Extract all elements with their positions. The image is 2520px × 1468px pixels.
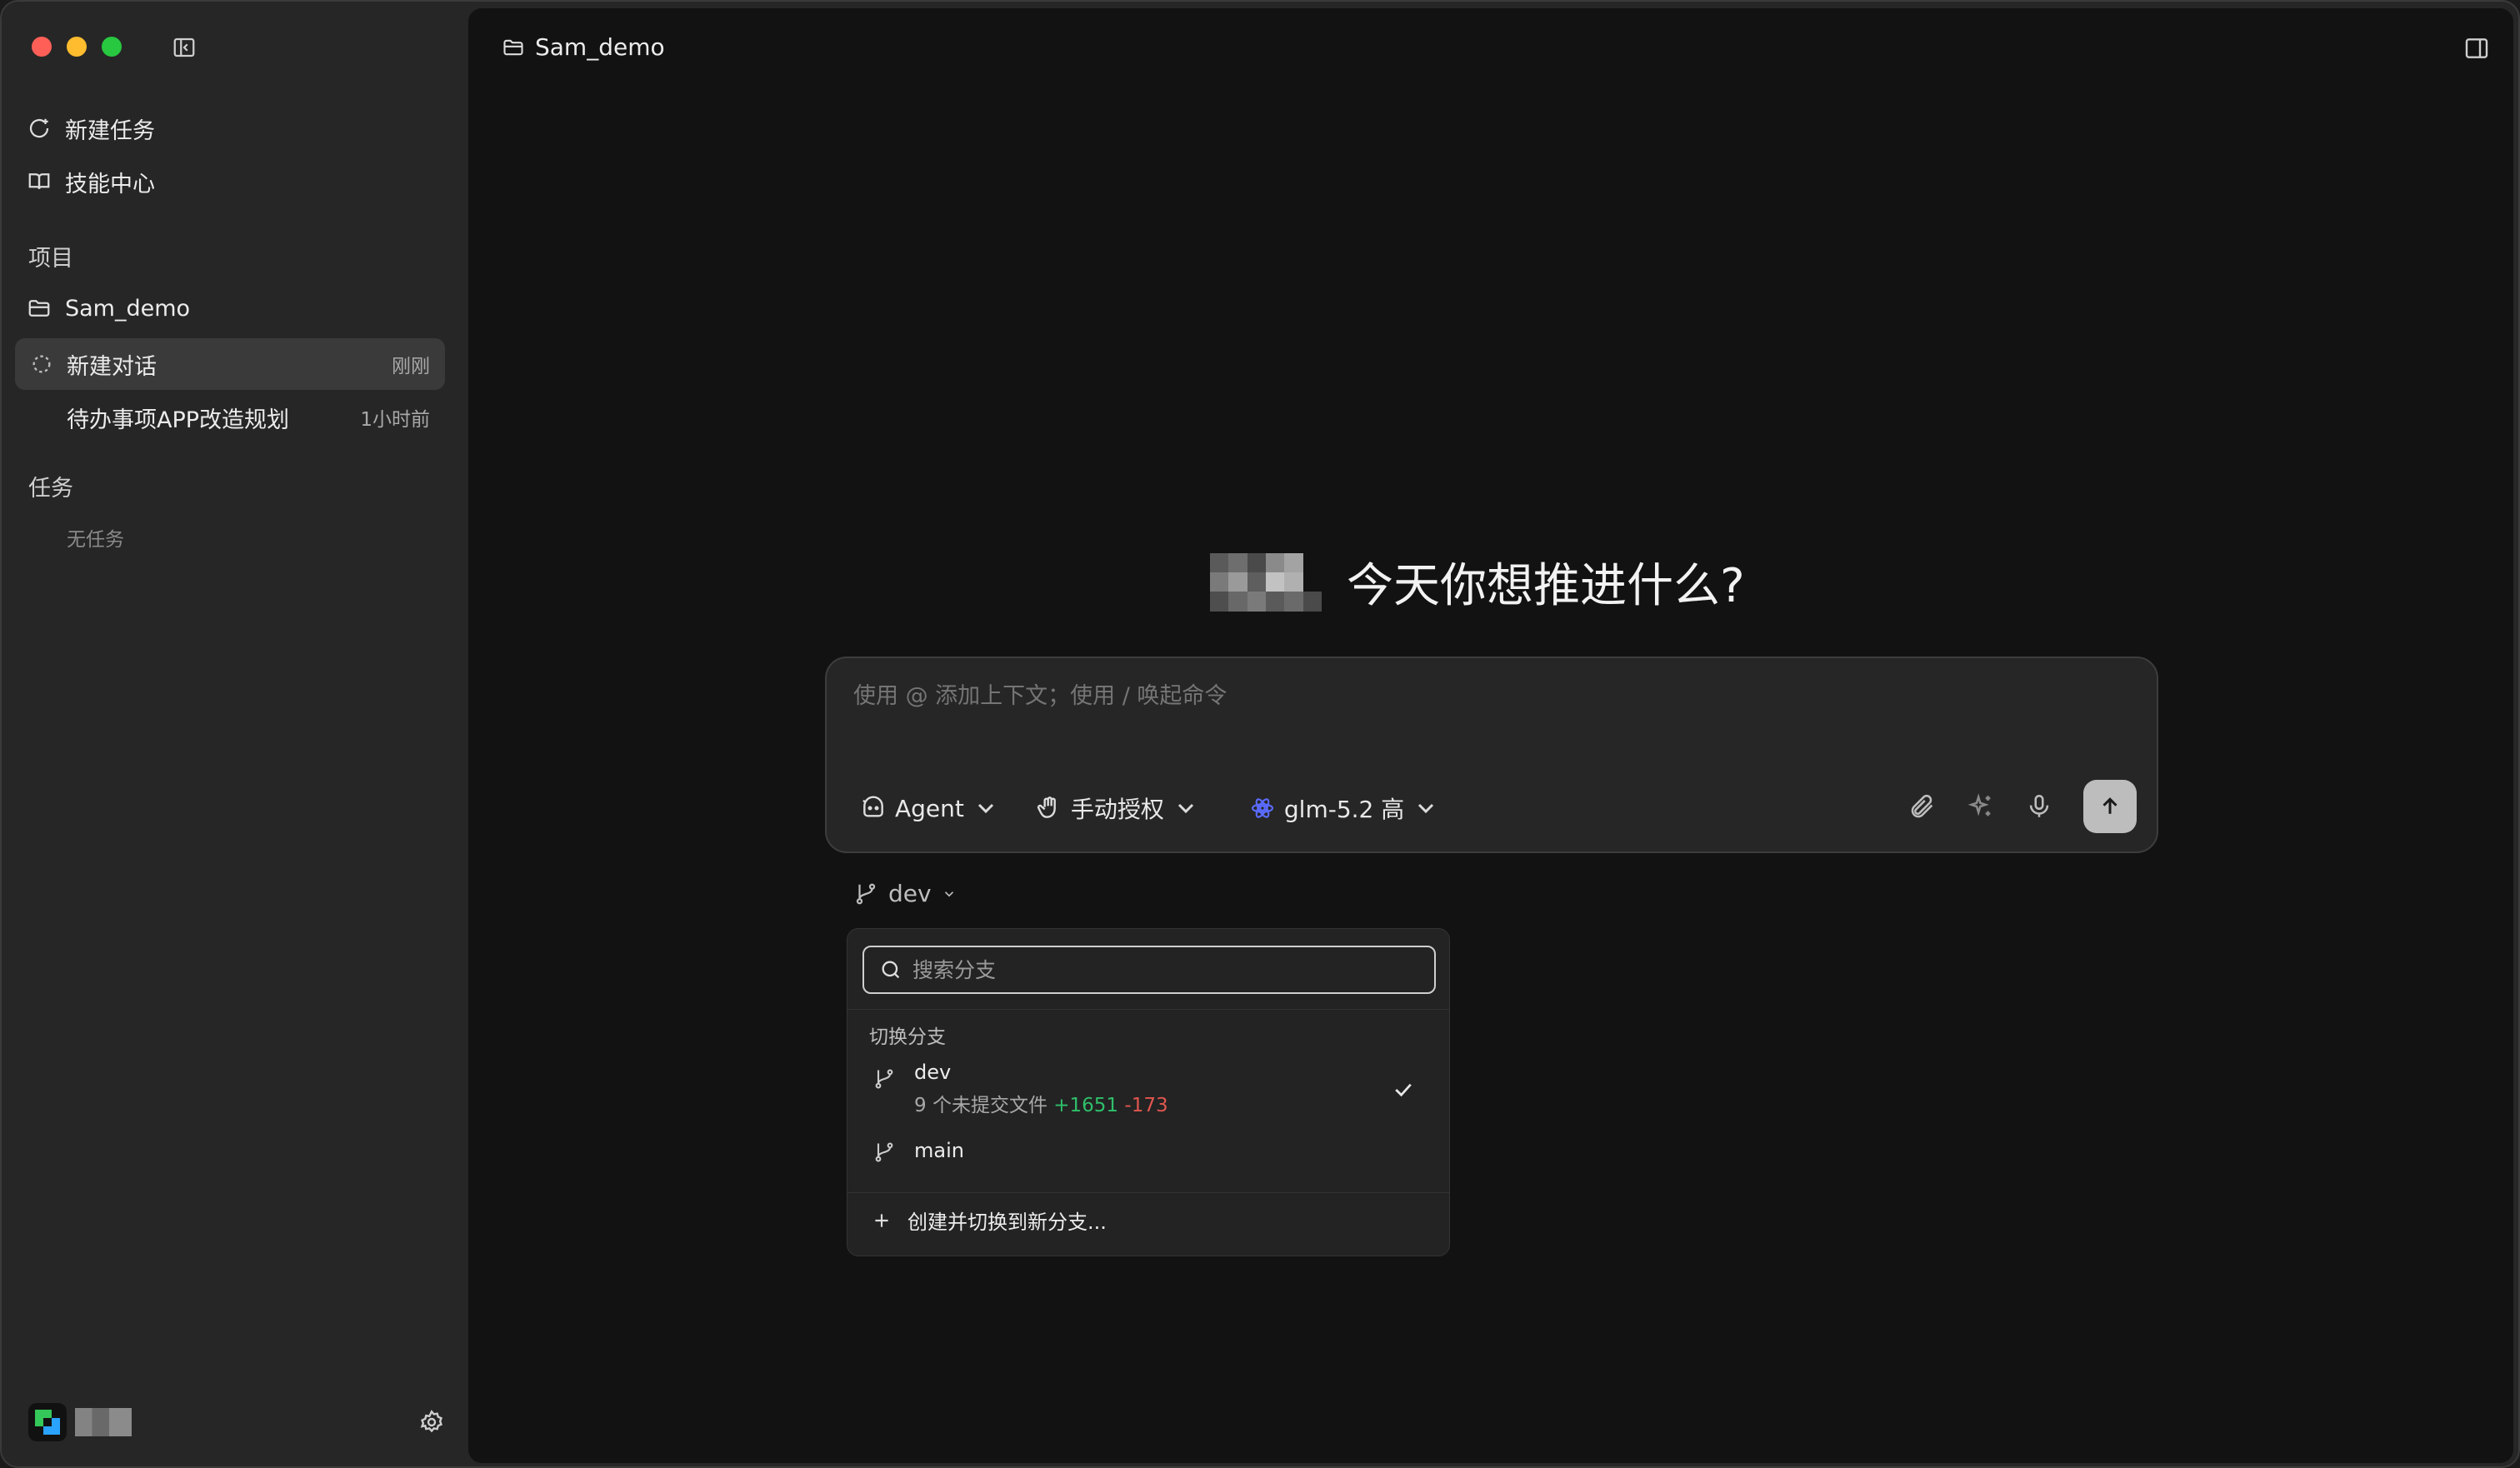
divider <box>848 1009 1449 1010</box>
chevron-down-icon <box>1178 803 1193 814</box>
chevron-down-icon <box>978 803 993 814</box>
chevron-down-icon <box>944 891 953 896</box>
model-selector[interactable]: glm-5.2 高 <box>1249 791 1439 825</box>
project-label: Sam_demo <box>65 295 191 322</box>
microphone-icon[interactable] <box>2025 792 2053 821</box>
greeting: 今天你想推进什么? <box>1210 548 1745 616</box>
paperclip-icon[interactable] <box>1908 792 1937 821</box>
tasks-section-title: 任务 <box>28 476 73 502</box>
model-label: glm-5.2 高 <box>1283 796 1405 823</box>
mode-selector[interactable]: Agent <box>860 795 999 822</box>
lines-removed: -173 <box>1124 1095 1168 1116</box>
lines-added: +1651 <box>1053 1095 1119 1116</box>
breadcrumb[interactable]: Sam_demo <box>502 33 665 61</box>
git-branch-icon <box>875 1069 893 1089</box>
app-logo-icon <box>28 1403 67 1441</box>
create-branch-label: 创建并切换到新分支... <box>908 1211 1107 1234</box>
branch-selector[interactable]: dev <box>853 880 957 907</box>
agent-icon <box>862 796 883 817</box>
conversation-title: 新建对话 <box>67 353 157 380</box>
chevron-down-icon <box>1418 803 1434 814</box>
hand-icon <box>1037 796 1056 818</box>
branch-search-input[interactable] <box>912 957 1412 982</box>
user-name-redacted <box>1210 552 1322 612</box>
user-bar <box>28 1401 445 1443</box>
search-icon <box>882 961 900 979</box>
composer-actions <box>1908 780 2137 833</box>
model-icon <box>1251 798 1273 818</box>
branch-name: main <box>914 1139 964 1162</box>
switch-branch-title: 切换分支 <box>869 1026 946 1048</box>
divider <box>848 1192 1449 1193</box>
composer-toolbar: Agent 手动授权 glm-5.2 高 <box>860 791 1439 825</box>
composer: Agent 手动授权 glm-5.2 高 <box>825 657 2158 853</box>
folder-icon <box>28 300 50 317</box>
user-name-redacted[interactable] <box>75 1408 132 1436</box>
nav-skills-center[interactable]: 技能中心 <box>27 160 155 203</box>
branch-name: dev <box>914 1061 952 1084</box>
conversation-time: 刚刚 <box>392 356 430 377</box>
send-button[interactable] <box>2083 780 2137 833</box>
create-branch-button[interactable]: 创建并切换到新分支... <box>871 1206 1107 1235</box>
conversation-item[interactable]: 待办事项APP改造规划 1小时前 <box>15 392 445 443</box>
checkmark-icon <box>1395 1083 1412 1097</box>
maximize-window-button[interactable] <box>102 37 122 57</box>
sparkle-icon[interactable] <box>1967 792 1995 821</box>
close-window-button[interactable] <box>32 37 52 57</box>
branch-dropdown: 切换分支 dev 9 个未提交文件 +1651 -173 <box>847 928 1450 1256</box>
plus-icon <box>875 1213 888 1227</box>
main-panel: Sam_demo 今天你想推进什么? Agent <box>468 8 2513 1463</box>
projects-section-title: 项目 <box>28 246 73 272</box>
conversation-time: 1小时前 <box>360 409 430 431</box>
project-item-sam-demo[interactable]: Sam_demo <box>27 287 190 330</box>
gear-icon[interactable] <box>418 1409 445 1436</box>
nav-new-task-label: 新建任务 <box>65 117 155 144</box>
nav-skills-center-label: 技能中心 <box>65 171 155 197</box>
app-window: 新建任务 技能中心 项目 Sam_demo 新建对话 刚刚 待办事项APP改造规… <box>0 0 2520 1468</box>
conversation-item-active[interactable]: 新建对话 刚刚 <box>15 338 445 390</box>
git-branch-icon <box>856 883 876 904</box>
branch-changes: 9 个未提交文件 +1651 -173 <box>914 1089 1168 1117</box>
right-panel-toggle-icon[interactable] <box>2463 35 2490 62</box>
minimize-window-button[interactable] <box>67 37 87 57</box>
sidebar-toggle-icon[interactable] <box>172 35 197 60</box>
folder-icon <box>503 39 523 55</box>
permission-selector[interactable]: 手动授权 <box>1036 791 1199 825</box>
nav-new-task[interactable]: 新建任务 <box>27 107 155 150</box>
loading-spinner-icon <box>32 355 51 373</box>
uncommitted-files: 9 个未提交文件 <box>914 1095 1048 1116</box>
mode-label: Agent <box>895 794 964 822</box>
branch-item-dev[interactable]: dev 9 个未提交文件 +1651 -173 <box>872 1061 1426 1117</box>
git-branch-icon <box>875 1142 893 1162</box>
tasks-empty-text: 无任务 <box>67 529 124 551</box>
conversation-title: 待办事项APP改造规划 <box>67 407 290 433</box>
branch-search <box>862 946 1436 994</box>
arrow-up-icon <box>2102 797 2118 814</box>
breadcrumb-project: Sam_demo <box>535 33 665 61</box>
new-task-icon <box>29 118 49 138</box>
greeting-text: 今天你想推进什么? <box>1347 559 1745 613</box>
branch-current: dev <box>888 880 932 907</box>
branch-item-main[interactable]: main <box>872 1139 1426 1164</box>
permission-label: 手动授权 <box>1070 796 1164 823</box>
message-input[interactable] <box>853 683 2103 709</box>
sidebar: 新建任务 技能中心 项目 Sam_demo 新建对话 刚刚 待办事项APP改造规… <box>2 2 468 1466</box>
book-icon <box>28 173 50 189</box>
window-controls <box>32 37 122 57</box>
